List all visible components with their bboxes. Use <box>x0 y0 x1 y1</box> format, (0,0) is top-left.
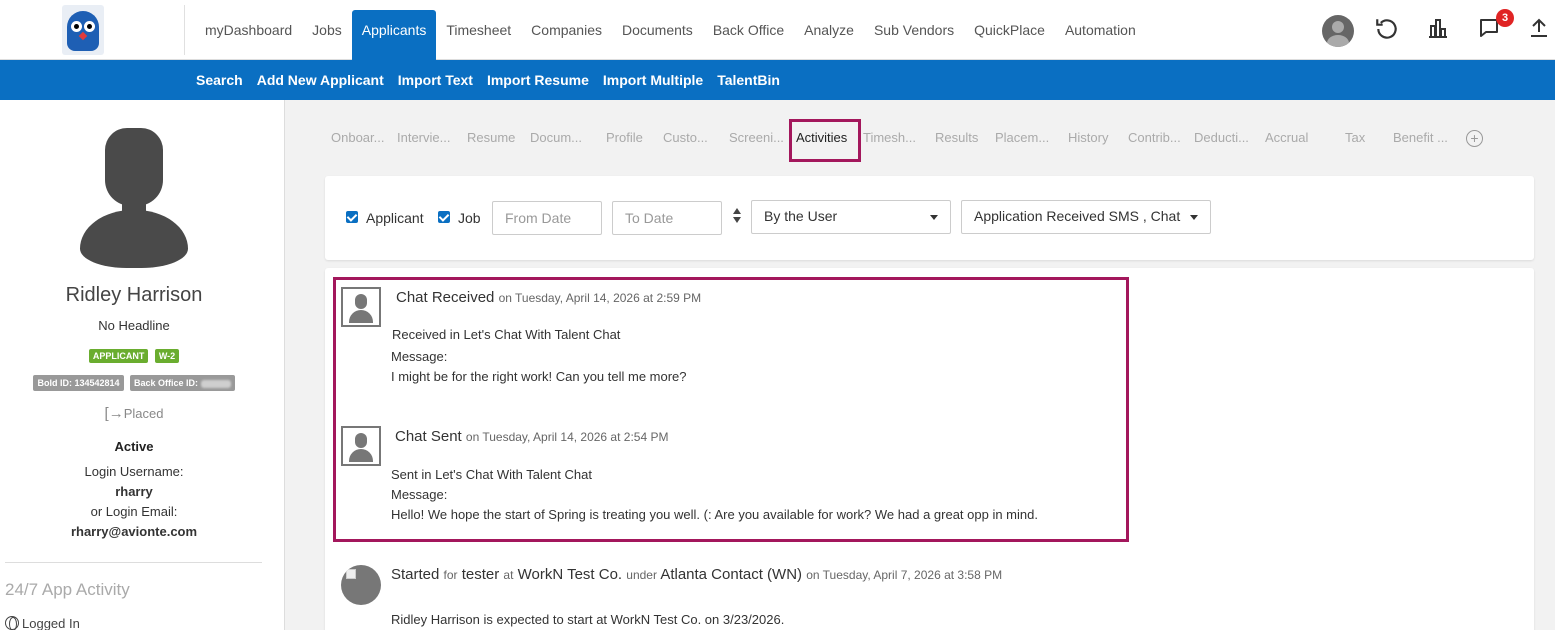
history-refresh-icon[interactable] <box>1372 16 1402 46</box>
applicant-checkbox-label: Applicant <box>366 210 424 226</box>
subnav-search[interactable]: Search <box>189 60 250 100</box>
w2-tag: W-2 <box>154 349 180 363</box>
job-checkbox[interactable] <box>438 211 450 223</box>
tab-onboarding[interactable]: Onboar... <box>331 120 384 156</box>
profile-silhouette-icon[interactable] <box>80 128 188 268</box>
main-nav: myDashboard Jobs Applicants Timesheet Co… <box>195 0 1146 60</box>
applicant-subnav: Search Add New Applicant Import Text Imp… <box>189 60 787 100</box>
id-row: Bold ID: 134542814 Back Office ID: <box>0 373 268 391</box>
nav-documents[interactable]: Documents <box>612 0 703 60</box>
placed-status: [→Placed <box>104 405 164 422</box>
activity-type-select[interactable]: Application Received SMS , Chat <box>961 200 1211 234</box>
tab-tax[interactable]: Tax <box>1345 120 1365 156</box>
placed-arrow-icon: [→ <box>104 405 124 422</box>
tab-interviews[interactable]: Intervie... <box>397 120 450 156</box>
user-filter-select[interactable]: By the User <box>751 200 951 234</box>
tab-contributions[interactable]: Contrib... <box>1128 120 1181 156</box>
nav-quickplace[interactable]: QuickPlace <box>964 0 1055 60</box>
globe-icon <box>5 616 19 630</box>
activity-message: I might be for the right work! Can you t… <box>391 369 687 384</box>
login-email: rharry@avionte.com <box>70 524 198 539</box>
activity-message-label: Message: <box>391 487 448 502</box>
app-activity-title: 24/7 App Activity <box>5 580 130 599</box>
activity-description: Ridley Harrison is expected to start at … <box>391 612 785 627</box>
subnav-talentbin[interactable]: TalentBin <box>710 60 787 100</box>
upload-icon[interactable] <box>1524 16 1554 46</box>
applicant-status: Active <box>114 439 154 454</box>
tab-placements[interactable]: Placem... <box>995 120 1049 156</box>
tab-screening[interactable]: Screeni... <box>729 120 784 156</box>
login-username-label: Login Username: <box>84 464 184 479</box>
nav-companies[interactable]: Companies <box>521 0 612 60</box>
logged-in-item: Logged In <box>5 616 80 630</box>
job-checkbox-label: Job <box>458 210 481 226</box>
user-avatar-icon <box>341 287 381 327</box>
tab-history[interactable]: History <box>1068 120 1108 156</box>
bold-id-tag: Bold ID: 134542814 <box>33 375 124 391</box>
sort-order-icon[interactable] <box>732 208 742 226</box>
tab-benefit[interactable]: Benefit ... <box>1393 120 1448 156</box>
activity-person-link[interactable]: tester <box>462 566 500 583</box>
subnav-add-new-applicant[interactable]: Add New Applicant <box>250 60 391 100</box>
nav-mydashboard[interactable]: myDashboard <box>195 0 302 60</box>
applicant-checkbox[interactable] <box>346 211 358 223</box>
sub-navigation-bar: Search Add New Applicant Import Text Imp… <box>0 60 1555 100</box>
tab-profile[interactable]: Profile <box>606 120 643 156</box>
applicant-tag: APPLICANT <box>88 349 149 363</box>
activity-contact-link[interactable]: Atlanta Contact (WN) <box>660 566 802 583</box>
add-tab-icon[interactable]: + <box>1466 130 1483 147</box>
activity-title: Chat Received on Tuesday, April 14, 2026… <box>396 289 702 306</box>
top-navigation-bar: myDashboard Jobs Applicants Timesheet Co… <box>0 0 1555 60</box>
activity-filter-bar: Applicant Job From Date To Date By the U… <box>325 176 1534 260</box>
login-username: rharry <box>115 484 153 499</box>
activity-title: Started for tester at WorkN Test Co. und… <box>391 566 1003 583</box>
tab-accrual[interactable]: Accrual <box>1265 120 1308 156</box>
chat-activities-highlight <box>333 277 1129 542</box>
tab-timesheet[interactable]: Timesh... <box>863 120 916 156</box>
nav-applicants[interactable]: Applicants <box>351 10 437 60</box>
login-email-label: or Login Email: <box>90 504 178 519</box>
nav-automation[interactable]: Automation <box>1055 0 1146 60</box>
nav-divider <box>184 5 185 55</box>
tab-results[interactable]: Results <box>935 120 978 156</box>
activity-message: Hello! We hope the start of Spring is tr… <box>391 507 1038 522</box>
nav-analyze[interactable]: Analyze <box>794 0 864 60</box>
user-avatar-icon <box>341 426 381 466</box>
nav-timesheet[interactable]: Timesheet <box>436 0 521 60</box>
notification-count-badge: 3 <box>1496 9 1514 27</box>
nav-sub-vendors[interactable]: Sub Vendors <box>864 0 964 60</box>
applicant-name: Ridley Harrison <box>65 284 203 306</box>
nav-jobs[interactable]: Jobs <box>302 0 352 60</box>
applicant-profile-panel: Ridley Harrison No Headline APPLICANT W-… <box>0 100 285 630</box>
tab-deductions[interactable]: Deducti... <box>1194 120 1249 156</box>
chevron-down-icon <box>930 215 938 220</box>
from-date-input[interactable]: From Date <box>492 201 602 235</box>
subnav-import-text[interactable]: Import Text <box>391 60 480 100</box>
chevron-down-icon <box>1190 215 1198 220</box>
activity-company-link[interactable]: WorkN Test Co. <box>518 566 622 583</box>
activity-source: Sent in Let's Chat With Talent Chat <box>391 467 592 482</box>
subnav-import-multiple[interactable]: Import Multiple <box>596 60 710 100</box>
tab-custom[interactable]: Custo... <box>663 120 708 156</box>
section-divider <box>5 562 262 563</box>
tab-resume[interactable]: Resume <box>467 120 515 156</box>
nav-back-office[interactable]: Back Office <box>703 0 794 60</box>
applicant-headline: No Headline <box>98 318 170 333</box>
broken-image-avatar-icon <box>341 565 381 605</box>
activity-source: Received in Let's Chat With Talent Chat <box>392 327 621 342</box>
subnav-import-resume[interactable]: Import Resume <box>480 60 596 100</box>
back-office-id-tag: Back Office ID: <box>129 375 235 391</box>
owl-logo-icon[interactable] <box>62 5 104 55</box>
activity-message-label: Message: <box>391 349 448 364</box>
tag-row: APPLICANT W-2 <box>0 346 268 364</box>
tab-documents[interactable]: Docum... <box>530 120 582 156</box>
activities-tab-highlight <box>789 119 861 162</box>
activity-title: Chat Sent on Tuesday, April 14, 2026 at … <box>395 428 669 445</box>
user-avatar-icon[interactable] <box>1322 15 1354 47</box>
chart-bars-icon[interactable] <box>1423 16 1453 46</box>
to-date-input[interactable]: To Date <box>612 201 722 235</box>
